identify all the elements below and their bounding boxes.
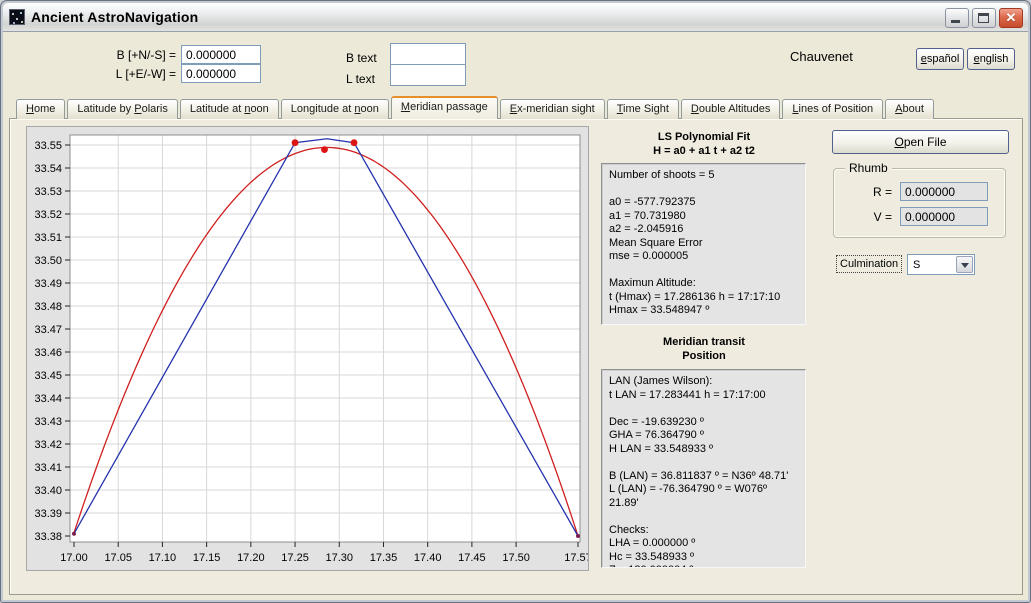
svg-text:17.40: 17.40 (414, 552, 442, 564)
open-file-button[interactable]: Open File (832, 130, 1009, 154)
svg-text:33.47: 33.47 (34, 324, 62, 336)
svg-text:17.10: 17.10 (149, 552, 177, 564)
rhumb-r-input[interactable] (900, 182, 988, 201)
maximize-button[interactable] (972, 8, 996, 28)
tab-time-sight[interactable]: Time Sight (607, 99, 679, 119)
svg-text:17.05: 17.05 (104, 552, 132, 564)
svg-text:17.57: 17.57 (564, 552, 588, 564)
svg-text:33.48: 33.48 (34, 301, 62, 313)
rhumb-v-input[interactable] (900, 207, 988, 226)
app-icon (9, 9, 25, 25)
english-language-button[interactable]: english (967, 48, 1015, 70)
tab-meridian-passage[interactable]: Meridian passage (391, 96, 498, 119)
meridian-passage-chart: 17.00 17.05 17.10 17.15 17.20 17.25 17.30 17.35… (26, 126, 589, 571)
svg-text:33.49: 33.49 (34, 278, 62, 290)
window-title: Ancient AstroNavigation (31, 9, 198, 25)
svg-text:33.54: 33.54 (34, 163, 62, 175)
svg-text:33.55: 33.55 (34, 140, 62, 152)
tab-home[interactable]: Home (16, 99, 65, 119)
svg-text:17.20: 17.20 (237, 552, 265, 564)
svg-text:17.25: 17.25 (281, 552, 309, 564)
tab-ex-meridian-sight[interactable]: Ex-meridian sight (500, 99, 605, 119)
rhumb-groupbox: Rhumb R = V = (833, 168, 1006, 238)
culmination-dropdown[interactable]: S (907, 254, 975, 275)
b-coordinate-label: B [+N/-S] = (56, 48, 176, 62)
tab-double-altitudes[interactable]: Double Altitudes (681, 99, 781, 119)
rhumb-v-label: V = (852, 210, 892, 224)
culmination-label[interactable]: Culmination (836, 255, 902, 273)
svg-text:17.30: 17.30 (325, 552, 353, 564)
svg-text:33.39: 33.39 (34, 508, 62, 520)
svg-text:33.41: 33.41 (34, 462, 62, 474)
svg-text:17.50: 17.50 (502, 552, 530, 564)
svg-text:33.38: 33.38 (34, 531, 62, 543)
svg-text:33.44: 33.44 (34, 393, 62, 405)
svg-text:33.51: 33.51 (34, 232, 62, 244)
svg-text:17.15: 17.15 (193, 552, 221, 564)
svg-text:33.43: 33.43 (34, 416, 62, 428)
svg-text:33.53: 33.53 (34, 186, 62, 198)
tabstrip: HomeLatitude by PolarisLatitude at noonL… (16, 96, 936, 119)
tab-about[interactable]: About (885, 99, 934, 119)
tab-latitude-by-polaris[interactable]: Latitude by Polaris (67, 99, 178, 119)
minimize-button[interactable] (945, 8, 969, 28)
minimize-icon (951, 20, 960, 23)
close-button[interactable]: ✕ (999, 8, 1023, 28)
l-text-label: L text (346, 72, 375, 86)
rhumb-r-label: R = (852, 185, 892, 199)
meridian-transit-panel: LAN (James Wilson): t LAN = 17.283441 h … (601, 369, 806, 568)
svg-text:33.46: 33.46 (34, 347, 62, 359)
tab-latitude-at-noon[interactable]: Latitude at noon (180, 99, 279, 119)
svg-text:17.45: 17.45 (458, 552, 486, 564)
spanish-language-button[interactable]: español (916, 48, 964, 70)
b-text-input[interactable] (390, 43, 466, 65)
b-text-label: B text (346, 51, 377, 65)
dropdown-arrow-button[interactable] (956, 256, 973, 273)
b-coordinate-input[interactable] (181, 45, 261, 64)
culmination-selected-value: S (908, 259, 955, 271)
svg-text:17.35: 17.35 (370, 552, 398, 564)
close-icon: ✕ (1000, 9, 1022, 27)
tab-longitude-at-noon[interactable]: Longitude at noon (281, 99, 389, 119)
tab-lines-of-position[interactable]: Lines of Position (782, 99, 883, 119)
maximize-icon (978, 13, 989, 23)
app-window: Ancient AstroNavigation ✕ B [+N/-S] = L … (0, 0, 1031, 603)
svg-text:33.50: 33.50 (34, 255, 62, 267)
titlebar: Ancient AstroNavigation ✕ (3, 3, 1028, 32)
ls-fit-title: LS Polynomial Fit H = a0 + a1 t + a2 t2 (599, 130, 809, 158)
chauvenet-label: Chauvenet (790, 49, 853, 64)
svg-text:17.00: 17.00 (60, 552, 88, 564)
ls-fit-results-panel: Number of shoots = 5 a0 = -577.792375 a1… (601, 163, 806, 325)
svg-text:33.40: 33.40 (34, 485, 62, 497)
svg-text:33.42: 33.42 (34, 439, 62, 451)
svg-text:33.52: 33.52 (34, 209, 62, 221)
rhumb-legend: Rhumb (845, 161, 892, 175)
l-coordinate-input[interactable] (181, 64, 261, 83)
l-text-input[interactable] (390, 64, 466, 86)
chevron-down-icon (961, 263, 969, 272)
meridian-transit-title: Meridian transit Position (599, 335, 809, 363)
svg-text:33.45: 33.45 (34, 370, 62, 382)
l-coordinate-label: L [+E/-W] = (56, 67, 176, 81)
